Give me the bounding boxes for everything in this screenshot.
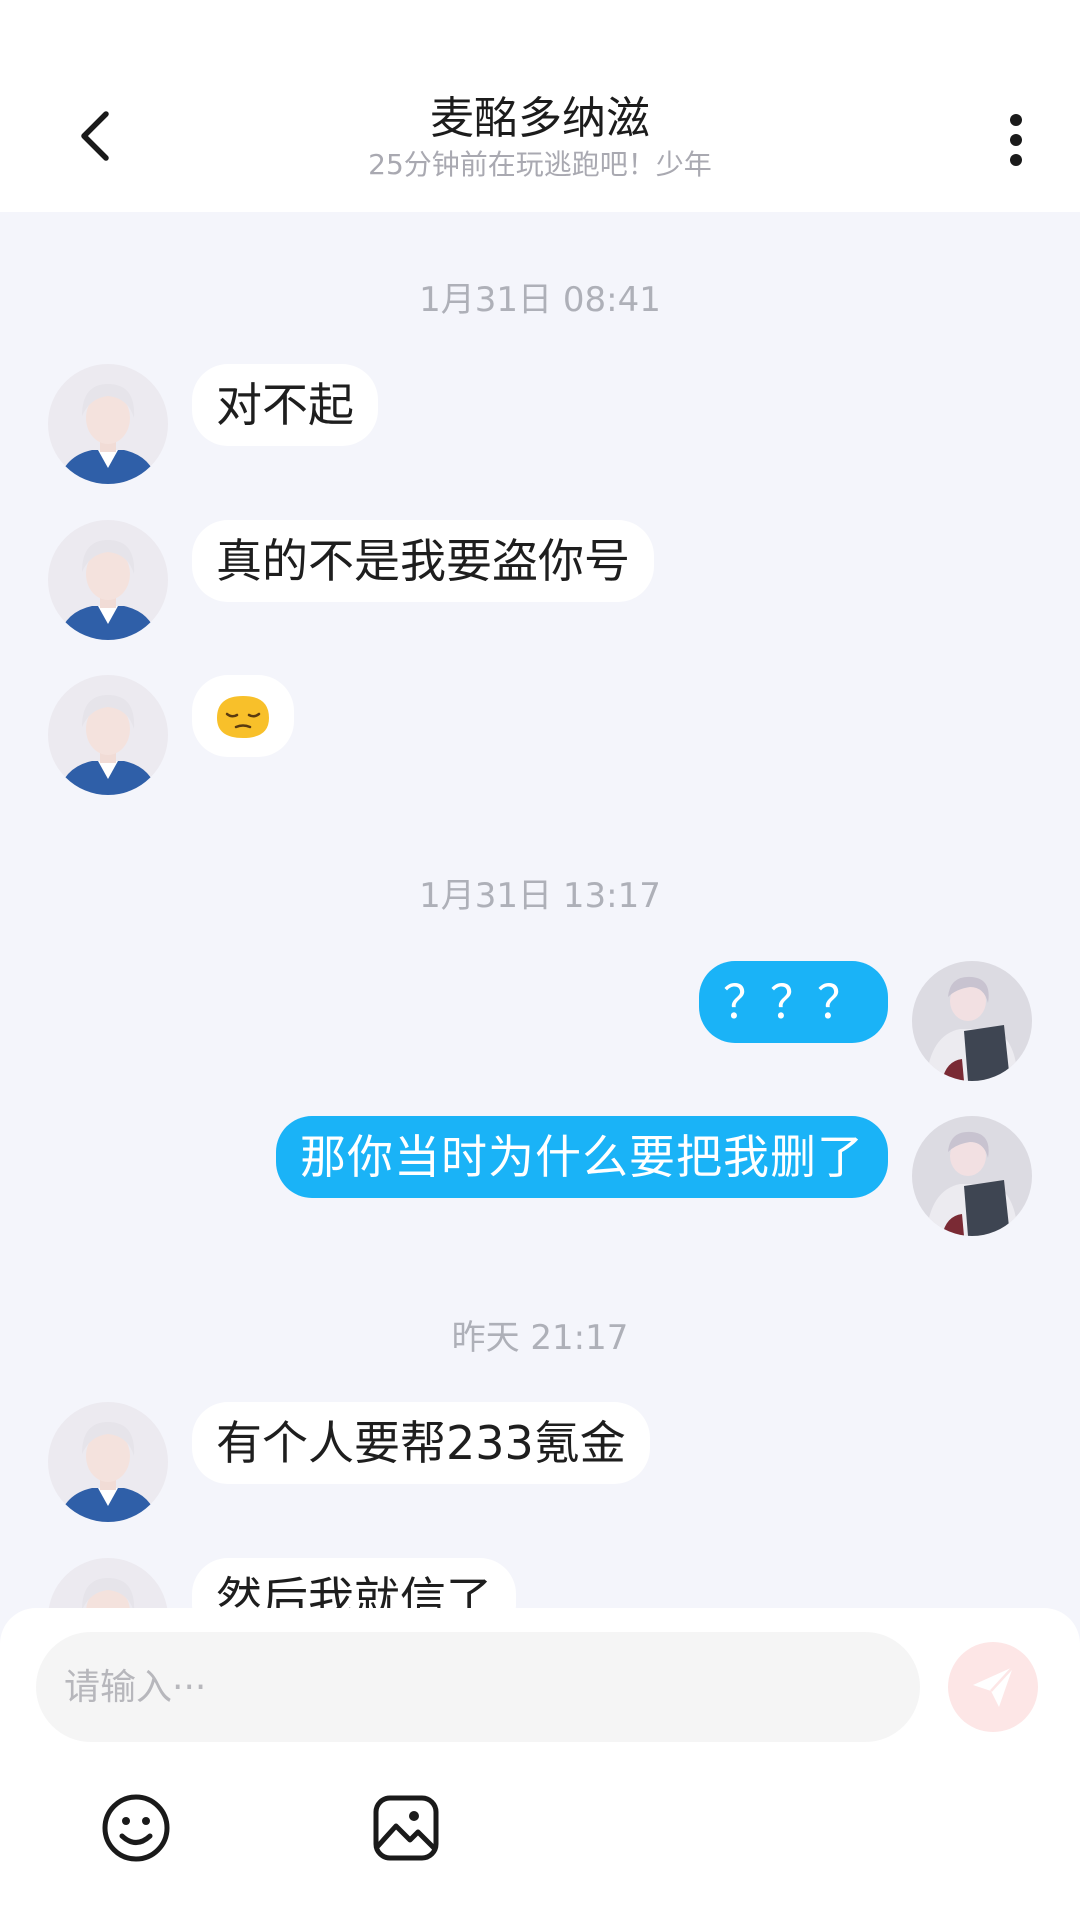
more-options-button[interactable]: [992, 108, 1040, 172]
timestamp: 1月31日 08:41: [419, 280, 661, 320]
contact-avatar[interactable]: [48, 1558, 168, 1608]
emoji-button[interactable]: [100, 1792, 172, 1864]
smiley-icon: [102, 1794, 170, 1862]
image-button[interactable]: [370, 1792, 442, 1864]
message-list[interactable]: 1月31日 08:41 对不起 真的不是我要盗你号 1月31日 13:17 ？？…: [0, 212, 1080, 1608]
contact-avatar[interactable]: [48, 1402, 168, 1522]
outgoing-message-bubble[interactable]: ？？？: [699, 961, 888, 1043]
send-button[interactable]: [948, 1642, 1038, 1732]
contact-avatar[interactable]: [48, 520, 168, 640]
contact-avatar[interactable]: [48, 675, 168, 795]
timestamp: 昨天 21:17: [451, 1318, 629, 1358]
my-avatar[interactable]: [912, 1116, 1032, 1236]
message-composer: [0, 1608, 1080, 1920]
incoming-message-bubble[interactable]: 有个人要帮233氪金: [192, 1402, 650, 1484]
incoming-message-bubble[interactable]: 然后我就信了: [192, 1558, 516, 1608]
send-paper-plane-icon: [973, 1666, 1014, 1707]
pensive-face-emoji-icon: [217, 696, 269, 738]
timestamp: 1月31日 13:17: [419, 876, 661, 916]
contact-status: 25分钟前在玩逃跑吧！少年: [368, 148, 712, 181]
contact-avatar[interactable]: [48, 364, 168, 484]
message-input[interactable]: [36, 1632, 920, 1742]
image-icon: [373, 1795, 439, 1861]
more-vertical-icon: [1010, 114, 1022, 166]
outgoing-message-bubble[interactable]: 那你当时为什么要把我删了: [276, 1116, 888, 1198]
incoming-message-bubble[interactable]: 对不起: [192, 364, 378, 446]
incoming-message-bubble[interactable]: 真的不是我要盗你号: [192, 520, 654, 602]
contact-name: 麦酩多纳滋: [430, 93, 650, 144]
incoming-emoji-bubble[interactable]: [192, 675, 294, 757]
chat-header: 麦酩多纳滋 25分钟前在玩逃跑吧！少年: [0, 0, 1080, 212]
my-avatar[interactable]: [912, 961, 1032, 1081]
